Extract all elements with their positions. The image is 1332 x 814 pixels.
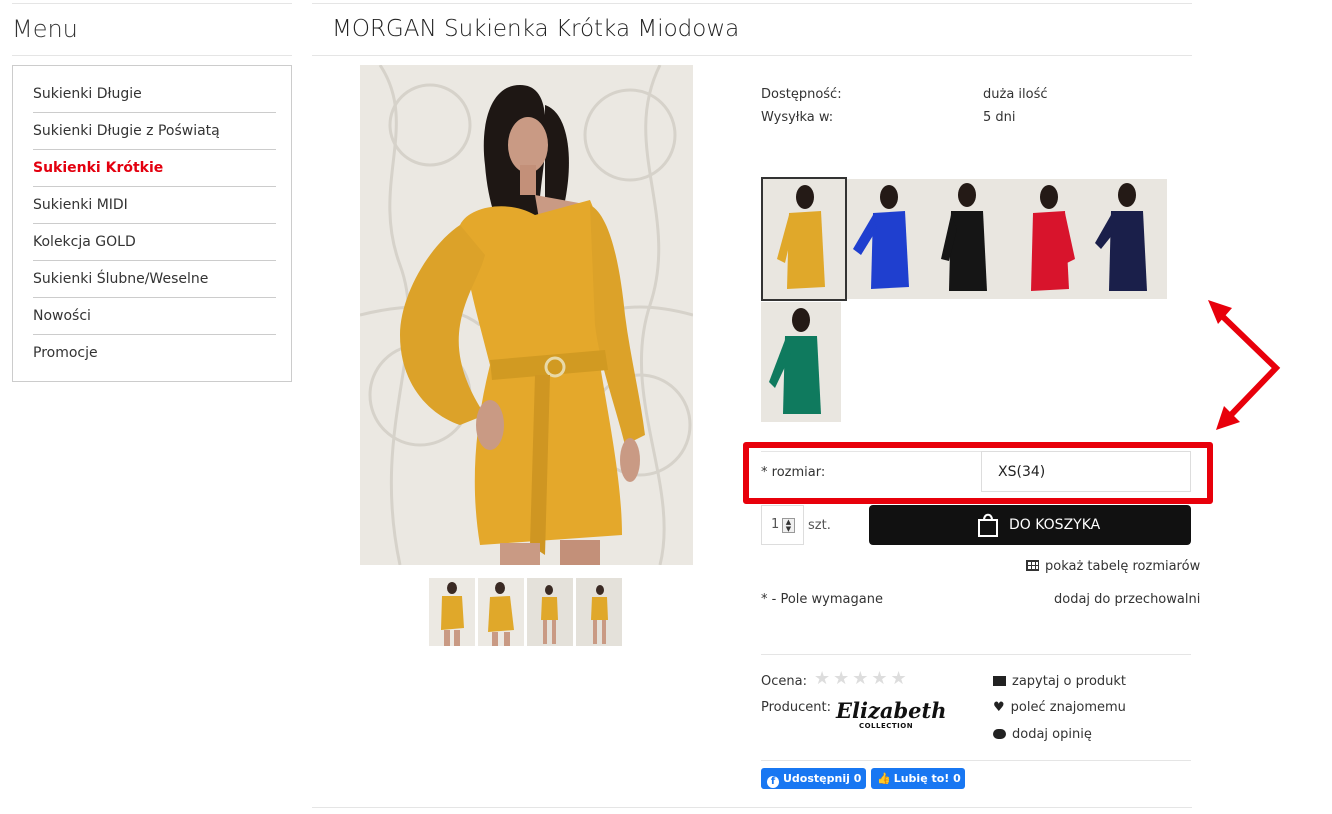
producer-logo-sub: COLLECTION [858,722,914,730]
color-swatch-blue[interactable] [847,179,927,299]
product-thumbnail[interactable] [576,578,622,646]
heart-icon: ♥ [993,700,1005,715]
rating-label: Ocena: [761,674,807,689]
product-thumbnail[interactable] [429,578,475,646]
content-top-divider [312,3,1192,4]
color-swatch-navy[interactable] [1087,179,1167,299]
producer-logo[interactable]: Elizabeth COLLECTION [836,698,947,731]
quantity-value: 1 [771,517,780,532]
quantity-unit: szt. [808,518,831,533]
info-divider [761,654,1191,655]
sidebar-item-sukienki-dlugie-z-poswiata[interactable]: Sukienki Długie z Poświatą [33,113,276,150]
availability-label: Dostępność: [761,87,842,102]
bottom-divider [312,807,1192,808]
producer-logo-main: Elizabeth [836,698,947,723]
thumbs-up-icon: 👍 [877,772,891,785]
sidebar-item-nowosci[interactable]: Nowości [33,298,276,335]
recommend-link[interactable]: ♥ poleć znajomemu [993,700,1126,715]
annotation-arrow-icon [1208,300,1281,430]
quantity-stepper[interactable]: 1 ▲ ▼ [761,505,804,545]
sidebar-top-divider [12,3,292,4]
shipping-value: 5 dni [983,110,1016,125]
sidebar-title-divider [12,55,292,56]
shipping-label: Wysyłka w: [761,110,834,125]
shopping-bag-icon [978,513,998,537]
ask-product-link[interactable]: zapytaj o produkt [993,674,1126,689]
page-title: MORGAN Sukienka Krótka Miodowa [332,16,740,42]
facebook-share-label: Udostępnij 0 [783,772,862,785]
required-note: * - Pole wymagane [761,592,883,607]
highlight-box [743,442,1213,504]
ask-product-label: zapytaj o produkt [1012,674,1127,689]
stepper-arrows-icon[interactable]: ▲ ▼ [782,518,795,533]
recommend-label: poleć znajomemu [1010,700,1126,715]
color-swatch-yellow[interactable] [761,177,847,301]
producer-label: Producent: [761,700,831,715]
sidebar-item-sukienki-dlugie[interactable]: Sukienki Długie [33,76,276,113]
facebook-share-button[interactable]: f Udostępnij 0 [761,768,866,789]
size-table-link[interactable]: pokaż tabelę rozmiarów [1026,559,1200,574]
color-swatch-green[interactable] [761,302,841,422]
rating-stars[interactable]: ★★★★★ [814,668,910,689]
availability-value: duża ilość [983,87,1048,102]
comments-icon [993,729,1006,739]
add-to-cart-button[interactable]: DO KOSZYKA [869,505,1191,545]
title-divider [312,55,1192,56]
add-review-label: dodaj opinię [1012,727,1092,742]
color-swatch-red[interactable] [1007,179,1087,299]
sidebar-menu: Sukienki Długie Sukienki Długie z Poświa… [12,65,292,382]
sidebar-item-sukienki-midi[interactable]: Sukienki MIDI [33,187,276,224]
sidebar-item-sukienki-slubne[interactable]: Sukienki Ślubne/Weselne [33,261,276,298]
product-thumbnail[interactable] [478,578,524,646]
facebook-icon: f [767,776,779,788]
color-swatch-black[interactable] [927,179,1007,299]
sidebar-item-kolekcja-gold[interactable]: Kolekcja GOLD [33,224,276,261]
envelope-icon [993,676,1006,686]
add-to-cart-label: DO KOSZYKA [1009,517,1101,533]
sidebar-title: Menu [12,15,78,43]
facebook-like-button[interactable]: 👍 Lubię to! 0 [871,768,965,789]
add-to-wishlist-link[interactable]: dodaj do przechowalni [1054,592,1200,607]
sidebar-item-sukienki-krotkie[interactable]: Sukienki Krótkie [33,150,276,187]
add-review-link[interactable]: dodaj opinię [993,727,1092,742]
product-main-image[interactable] [360,65,693,565]
sidebar-item-promocje[interactable]: Promocje [33,335,276,372]
product-thumbnail[interactable] [527,578,573,646]
size-table-label: pokaż tabelę rozmiarów [1045,559,1201,574]
facebook-like-label: Lubię to! 0 [893,772,961,785]
social-divider [761,760,1191,761]
table-icon [1026,560,1039,571]
